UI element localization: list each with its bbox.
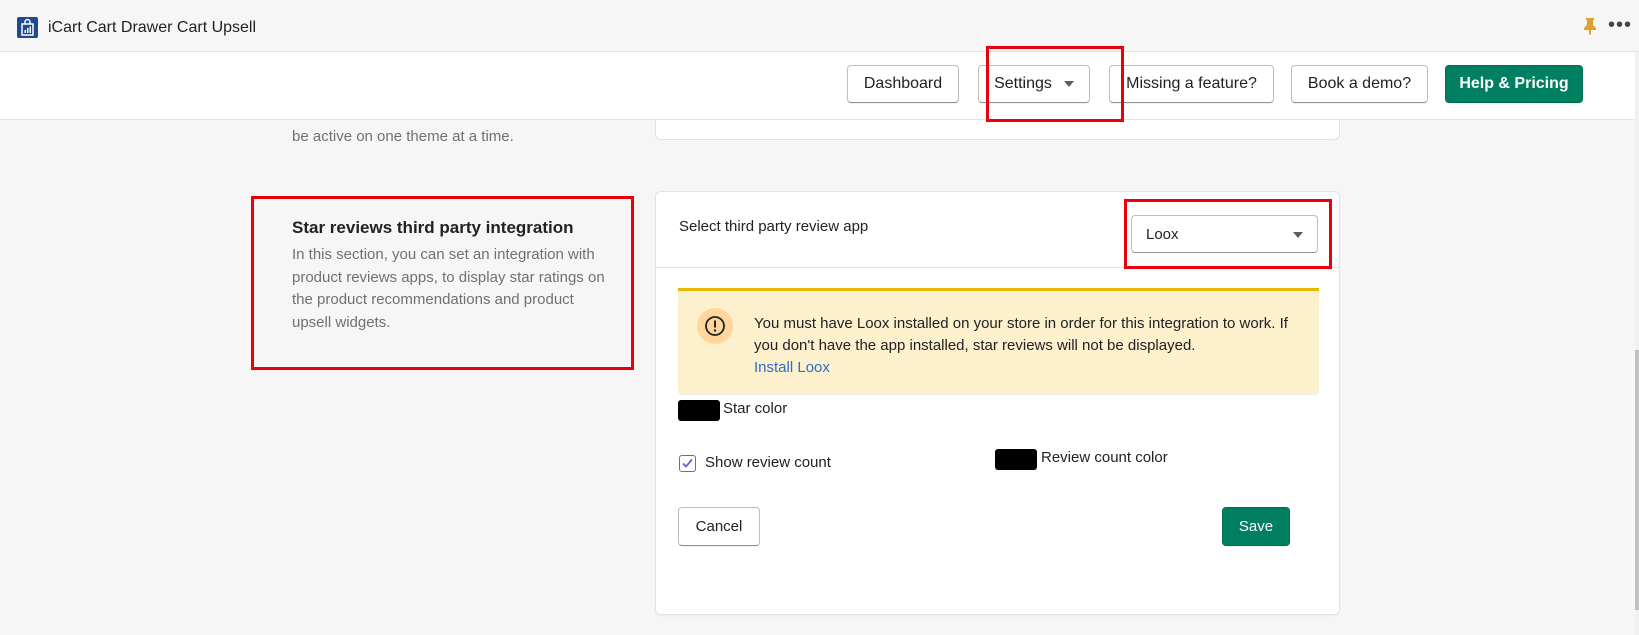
dashboard-button-label: Dashboard [863, 75, 943, 92]
cancel-button[interactable]: Cancel [678, 507, 760, 546]
chevron-down-icon [1063, 81, 1074, 87]
app-title-bar: iCart Cart Drawer Cart Upsell ••• [0, 0, 1639, 52]
section-description: In this section, you can set an integrat… [292, 246, 605, 331]
missing-feature-button[interactable]: Missing a feature? [1109, 65, 1274, 103]
star-color-label: Star color [723, 400, 788, 417]
header-actions-bar: Dashboard Settings Missing a feature? Bo… [0, 52, 1635, 120]
app-logo-icon [17, 17, 38, 38]
review-app-select-value: Loox [1146, 225, 1179, 243]
scrollbar-thumb[interactable] [1635, 350, 1639, 610]
show-review-count-label[interactable]: Show review count [705, 454, 831, 471]
star-reviews-card: Select third party review app Loox You m… [655, 191, 1340, 615]
section-title: Star reviews third party integration [292, 218, 574, 237]
show-review-count-checkbox[interactable] [679, 455, 696, 472]
card-divider [656, 267, 1339, 268]
book-demo-button[interactable]: Book a demo? [1291, 65, 1428, 103]
cancel-button-label: Cancel [695, 518, 743, 535]
more-options-icon[interactable]: ••• [1608, 14, 1632, 37]
warning-banner-text: You must have Loox installed on your sto… [754, 313, 1294, 379]
install-loox-link[interactable]: Install Loox [754, 359, 830, 376]
pin-icon[interactable] [1583, 17, 1597, 40]
previous-section-description: be active on one theme at a time. [292, 128, 514, 145]
review-count-color-swatch[interactable] [995, 449, 1037, 470]
star-color-swatch[interactable] [678, 400, 720, 421]
dashboard-button[interactable]: Dashboard [847, 65, 959, 103]
settings-button-label: Settings [994, 75, 1052, 92]
help-pricing-label: Help & Pricing [1459, 75, 1569, 92]
book-demo-label: Book a demo? [1307, 75, 1412, 92]
previous-section-card [655, 120, 1340, 140]
checkmark-icon [682, 458, 693, 468]
chevron-down-icon [1293, 232, 1303, 238]
save-button[interactable]: Save [1222, 507, 1290, 546]
warning-banner-message: You must have Loox installed on your sto… [754, 315, 1288, 354]
review-count-color-label: Review count color [1041, 449, 1168, 466]
help-pricing-button[interactable]: Help & Pricing [1445, 65, 1583, 103]
app-title: iCart Cart Drawer Cart Upsell [48, 19, 257, 36]
warning-icon [697, 308, 733, 344]
save-button-label: Save [1238, 518, 1274, 535]
settings-dropdown-button[interactable]: Settings [978, 65, 1090, 103]
review-app-select-label: Select third party review app [679, 218, 869, 235]
missing-feature-label: Missing a feature? [1126, 75, 1257, 92]
warning-banner: You must have Loox installed on your sto… [678, 288, 1319, 394]
review-app-select[interactable]: Loox [1131, 215, 1318, 253]
